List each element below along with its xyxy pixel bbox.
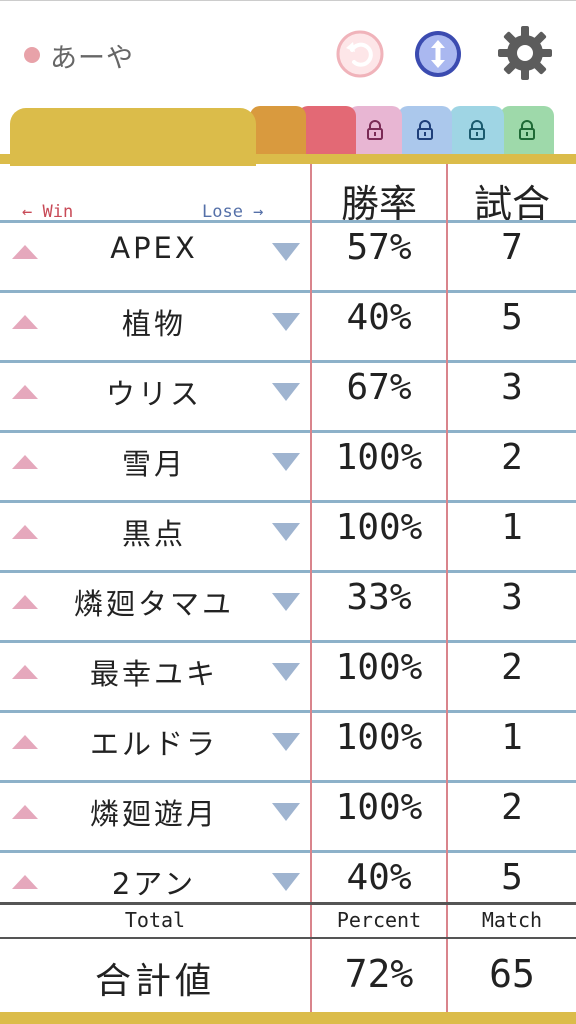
win-up-button[interactable]: [12, 805, 38, 819]
list-item: 最幸ユキ 100% 2: [0, 640, 576, 710]
total-title: 合計値: [94, 961, 215, 1002]
header: あーや: [0, 0, 576, 108]
lose-down-button[interactable]: [272, 873, 300, 891]
win-rate: 57%: [346, 227, 412, 268]
lock-icon: [367, 120, 383, 140]
opponent-name: 燐廻遊月: [89, 797, 218, 831]
total-percent: 72%: [344, 952, 414, 996]
match-count: 7: [501, 227, 523, 268]
lose-down-button[interactable]: [272, 453, 300, 471]
list-item: 黒点 100% 1: [0, 500, 576, 570]
match-count: 2: [501, 787, 523, 828]
win-up-button[interactable]: [12, 385, 38, 399]
opponent-name: 2アン: [111, 867, 197, 901]
win-up-button[interactable]: [12, 315, 38, 329]
lose-down-button[interactable]: [272, 313, 300, 331]
list-item: 雪月 100% 2: [0, 430, 576, 500]
list-item: 2アン 40% 5: [0, 850, 576, 902]
win-up-button[interactable]: [12, 735, 38, 749]
swap-vertical-icon: [415, 31, 461, 77]
lose-down-button[interactable]: [272, 733, 300, 751]
match-count: 5: [501, 857, 523, 898]
match-count: 3: [501, 577, 523, 618]
list-item: APEX 57% 7: [0, 220, 576, 290]
record-table: ← Win Lose → 勝率 試合 APEX 57% 7 植物 40% 5 ウ…: [0, 164, 576, 1012]
total-divider: [0, 937, 576, 939]
opponent-name: 植物: [121, 307, 186, 341]
user-color-dot: [24, 47, 40, 63]
list-item: 植物 40% 5: [0, 290, 576, 360]
lose-down-button[interactable]: [272, 663, 300, 681]
user-name: あーや: [50, 42, 134, 74]
lose-down-button[interactable]: [272, 593, 300, 611]
total-label: Total: [124, 908, 186, 932]
win-up-button[interactable]: [12, 525, 38, 539]
win-up-button[interactable]: [12, 875, 38, 889]
match-count: 1: [501, 717, 523, 758]
win-rate: 67%: [346, 367, 412, 408]
list-item: ウリス 67% 3: [0, 360, 576, 430]
lose-down-button[interactable]: [272, 523, 300, 541]
lose-down-button[interactable]: [272, 243, 300, 261]
win-rate: 40%: [346, 857, 412, 898]
win-rate: 100%: [335, 717, 423, 758]
win-up-button[interactable]: [12, 245, 38, 259]
opponent-name: 黒点: [121, 517, 186, 551]
lock-icon: [469, 120, 485, 140]
lose-down-button[interactable]: [272, 383, 300, 401]
total-divider: [0, 902, 576, 905]
win-rate: 33%: [346, 577, 412, 618]
lose-down-button[interactable]: [272, 803, 300, 821]
win-up-button[interactable]: [12, 665, 38, 679]
swap-button[interactable]: [412, 28, 464, 80]
win-rate: 100%: [335, 507, 423, 548]
lock-icon: [417, 120, 433, 140]
lock-icon: [519, 120, 535, 140]
tab-underline: [0, 154, 576, 164]
win-rate: 40%: [346, 297, 412, 338]
win-rate: 100%: [335, 647, 423, 688]
match-count: 5: [501, 297, 523, 338]
undo-button[interactable]: [334, 28, 386, 80]
match-count: 2: [501, 647, 523, 688]
opponent-name: 最幸ユキ: [89, 657, 218, 691]
opponent-name: 雪月: [121, 447, 186, 481]
match-count: 2: [501, 437, 523, 478]
gear-icon: [498, 26, 552, 80]
win-up-button[interactable]: [12, 455, 38, 469]
list-item: エルドラ 100% 1: [0, 710, 576, 780]
percent-label: Percent: [336, 908, 422, 932]
total-match: 65: [489, 952, 535, 996]
match-count: 1: [501, 507, 523, 548]
undo-icon: [336, 30, 384, 78]
settings-button[interactable]: [496, 24, 554, 82]
opponent-name: エルドラ: [89, 727, 218, 761]
win-rate: 100%: [335, 437, 423, 478]
list-item: 燐廻タマユ 33% 3: [0, 570, 576, 640]
user-selector[interactable]: あーや: [24, 38, 134, 74]
column-divider: [446, 164, 448, 1012]
bottom-bar: [0, 1012, 576, 1024]
win-up-button[interactable]: [12, 595, 38, 609]
column-divider: [310, 164, 312, 1012]
match-count: 3: [501, 367, 523, 408]
opponent-name: ウリス: [105, 377, 202, 411]
win-rate: 100%: [335, 787, 423, 828]
opponent-name: APEX: [110, 231, 198, 265]
record-list[interactable]: APEX 57% 7 植物 40% 5 ウリス 67% 3 雪月 100% 2: [0, 220, 576, 902]
match-label: Match: [481, 908, 543, 932]
list-item: 燐廻遊月 100% 2: [0, 780, 576, 850]
opponent-name: 燐廻タマユ: [73, 587, 234, 621]
